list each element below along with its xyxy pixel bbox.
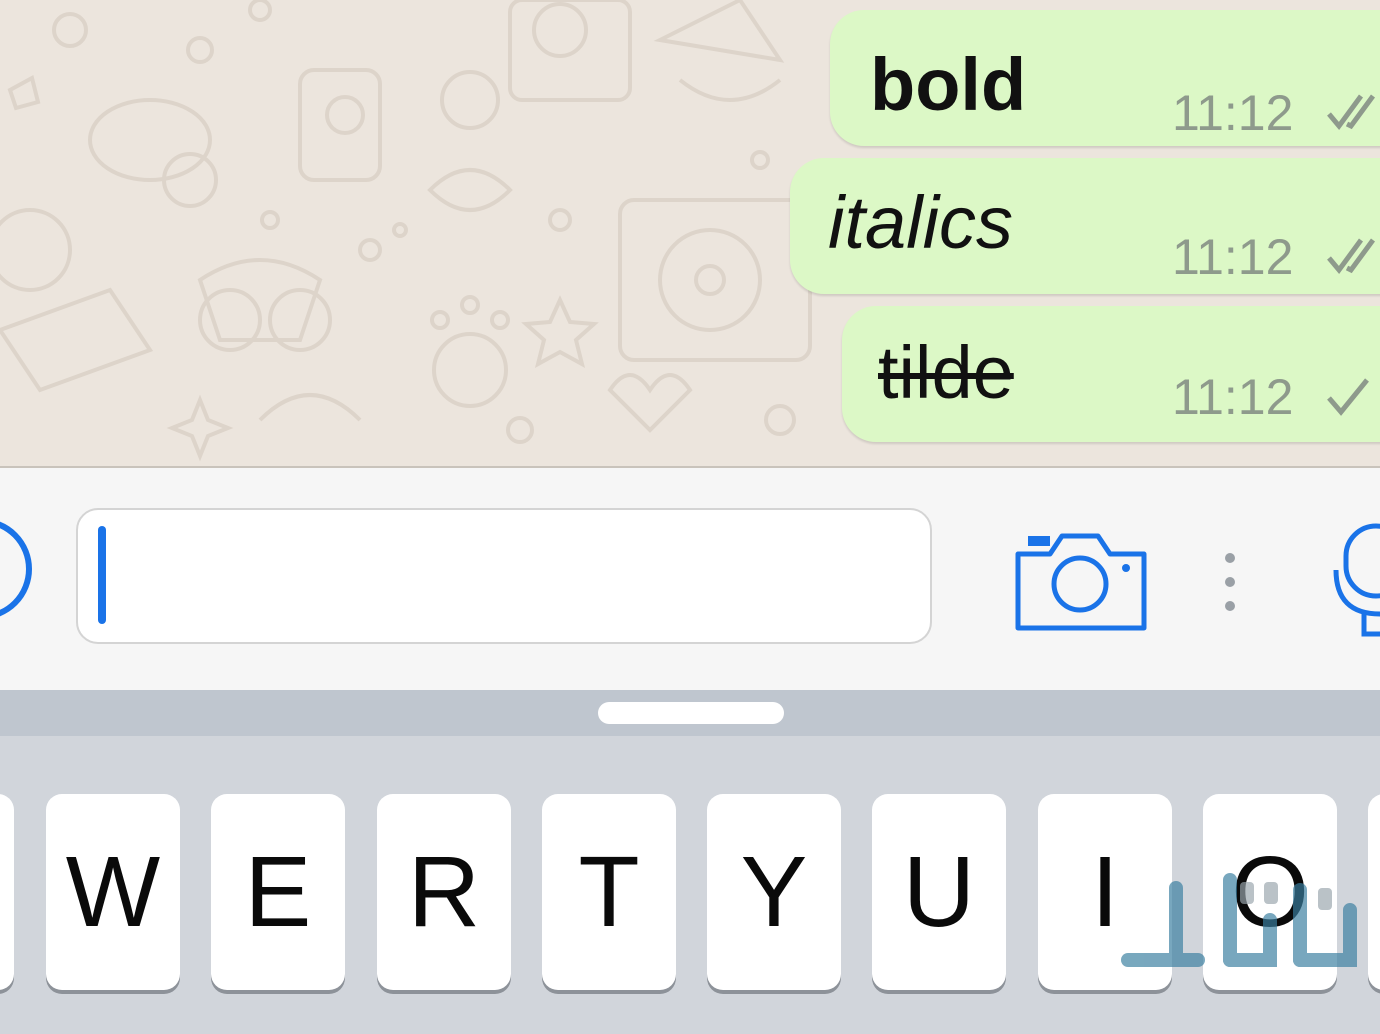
single-check-icon	[1327, 378, 1369, 416]
chat-area: bold 11:12 italics 11:12 tilde 11:12	[0, 0, 1380, 466]
keyboard-toolbar	[0, 690, 1380, 736]
microphone-icon[interactable]	[1332, 520, 1380, 640]
key-w[interactable]: W	[46, 794, 180, 990]
drag-handle[interactable]	[598, 702, 784, 724]
message-input[interactable]	[76, 508, 932, 644]
message-timestamp: 11:12	[1172, 85, 1294, 141]
message-text: bold	[870, 43, 1027, 126]
key-e[interactable]: E	[211, 794, 345, 990]
message-bubble-bold[interactable]: bold 11:12	[830, 10, 1380, 146]
plus-icon[interactable]	[0, 518, 32, 620]
input-bar	[0, 468, 1380, 690]
watermark-logo	[1121, 873, 1357, 967]
message-text: tilde	[878, 331, 1014, 414]
message-timestamp: 11:12	[1172, 369, 1294, 425]
key-t[interactable]: T	[542, 794, 676, 990]
more-icon[interactable]	[1220, 552, 1240, 632]
message-bubble-strikethrough[interactable]: tilde 11:12	[842, 306, 1380, 442]
message-timestamp: 11:12	[1172, 229, 1294, 285]
double-check-icon	[1327, 238, 1376, 275]
double-check-icon	[1327, 94, 1376, 131]
key-q[interactable]	[0, 794, 14, 990]
key-u[interactable]: U	[872, 794, 1006, 990]
camera-icon[interactable]	[1012, 524, 1152, 634]
message-bubble-italic[interactable]: italics 11:12	[790, 158, 1380, 294]
whatsapp-chat-screen: bold 11:12 italics 11:12 tilde 11:12 W E…	[0, 0, 1380, 1034]
text-cursor	[98, 526, 106, 624]
key-r[interactable]: R	[377, 794, 511, 990]
message-text: italics	[828, 181, 1014, 264]
key-y[interactable]: Y	[707, 794, 841, 990]
